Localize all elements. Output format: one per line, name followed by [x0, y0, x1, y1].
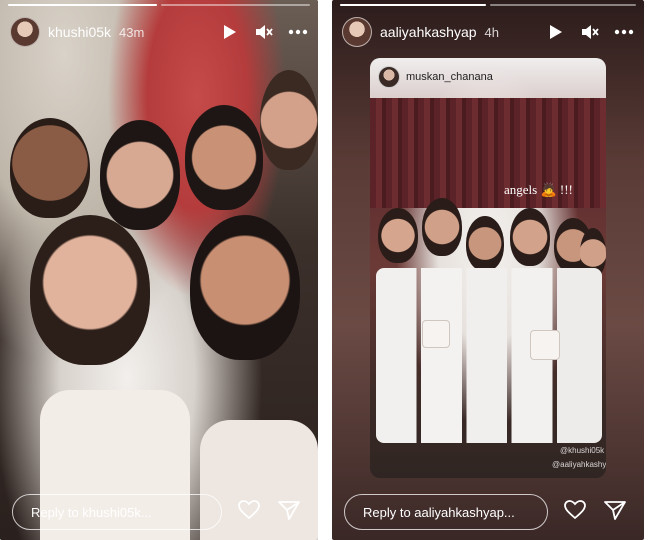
username[interactable]: aaliyahkashyap	[380, 24, 477, 40]
person-figure	[510, 208, 550, 266]
play-icon[interactable]	[220, 22, 240, 42]
person-figure	[30, 215, 150, 365]
person-figure	[100, 120, 180, 230]
avatar[interactable]	[342, 17, 372, 47]
send-icon[interactable]	[278, 500, 300, 525]
send-icon[interactable]	[604, 500, 626, 525]
progress-fill	[340, 4, 486, 6]
handbag	[530, 330, 560, 360]
person-figure	[378, 208, 418, 263]
heart-icon[interactable]	[564, 499, 586, 525]
person-figure	[185, 105, 263, 210]
person-figure	[10, 118, 90, 218]
person-figure	[190, 215, 300, 360]
mute-icon[interactable]	[580, 22, 600, 42]
mention-tag[interactable]: @khushi05k	[560, 446, 604, 455]
reposted-story-card[interactable]: muskan_chanana angels 🙇 !!! @khushi05k @…	[370, 58, 606, 478]
repost-avatar[interactable]	[378, 66, 400, 88]
heart-icon[interactable]	[238, 499, 260, 525]
story-photo	[0, 0, 318, 540]
person-figure	[466, 216, 504, 271]
timestamp: 43m	[119, 24, 145, 40]
more-options-icon[interactable]	[614, 22, 634, 42]
story-footer: Reply to khushi05k...	[12, 492, 306, 532]
handbag	[422, 320, 450, 348]
story-viewer-right[interactable]: aaliyahkashyap 4h muskan_chanana angels …	[332, 0, 644, 540]
reply-input[interactable]: Reply to aaliyahkashyap...	[344, 494, 548, 530]
timestamp: 4h	[484, 24, 499, 40]
reply-input[interactable]: Reply to khushi05k...	[12, 494, 222, 530]
progress-bar	[340, 4, 636, 6]
story-header: aaliyahkashyap 4h	[342, 16, 634, 48]
mute-icon[interactable]	[254, 22, 274, 42]
person-figure	[422, 198, 462, 256]
story-viewer-left[interactable]: khushi05k 43m Reply to khushi05k...	[0, 0, 318, 540]
story-footer: Reply to aaliyahkashyap...	[344, 492, 632, 532]
progress-fill	[8, 4, 157, 6]
person-figure	[260, 70, 318, 170]
white-dresses	[376, 268, 602, 443]
mention-tag[interactable]: @aaliyahkashyap	[552, 460, 606, 469]
repost-caption: angels 🙇 !!!	[504, 182, 573, 197]
username[interactable]: khushi05k	[48, 24, 111, 40]
progress-bar	[8, 4, 310, 6]
play-icon[interactable]	[546, 22, 566, 42]
repost-header: muskan_chanana	[378, 66, 493, 88]
repost-username[interactable]: muskan_chanana	[406, 71, 493, 83]
avatar[interactable]	[10, 17, 40, 47]
story-header: khushi05k 43m	[10, 16, 308, 48]
more-options-icon[interactable]	[288, 22, 308, 42]
